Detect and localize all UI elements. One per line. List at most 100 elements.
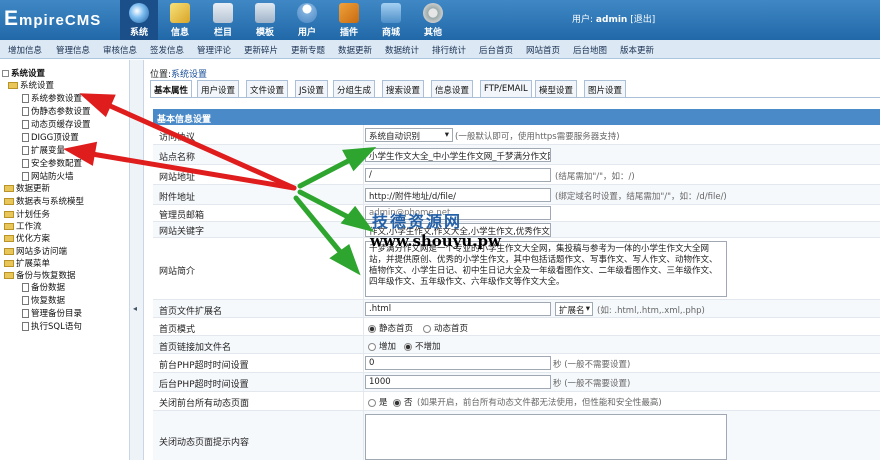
- attach-url-input[interactable]: http://附件地址/d/file/: [365, 188, 551, 202]
- tree-folder[interactable]: 优化方案: [4, 232, 50, 244]
- watermark-title: 技德资源网: [372, 212, 463, 231]
- toolbar-column[interactable]: 栏目: [204, 0, 242, 40]
- toolbar-other[interactable]: 其他: [414, 0, 452, 40]
- back-timeout-input[interactable]: 1000: [365, 375, 551, 389]
- column-divider: [363, 165, 364, 184]
- tab-basic[interactable]: 基本属性: [150, 80, 193, 97]
- site-name-input[interactable]: 小学生作文大全_中小学生作文网_千梦满分作文网: [365, 148, 551, 162]
- radio-static-index[interactable]: 静态首页: [368, 322, 413, 334]
- field-label: 关闭前台所有动态页面: [159, 399, 250, 409]
- menu-item[interactable]: 后台首页: [479, 44, 513, 56]
- front-timeout-input[interactable]: 0: [365, 356, 551, 370]
- tab-model[interactable]: 模型设置: [535, 80, 578, 97]
- tree-folder[interactable]: 数据更新: [4, 182, 50, 194]
- menu-item[interactable]: 数据更新: [338, 44, 372, 56]
- ext-select[interactable]: 扩展名 ▾: [555, 302, 593, 316]
- tree-item[interactable]: 恢复数据: [22, 294, 65, 306]
- tab-js[interactable]: JS设置: [295, 80, 328, 97]
- tree-root[interactable]: 系统设置: [2, 67, 45, 79]
- radio-add-filename[interactable]: 增加: [368, 340, 396, 352]
- tab-ftp-email[interactable]: FTP/EMAIL: [480, 80, 532, 97]
- shop-icon: [381, 3, 401, 23]
- menu-item[interactable]: 签发信息: [150, 44, 184, 56]
- form-row-protocol: 访问协议 系统自动识别 ▾ (一般默认即可，使用https需要服务器支持): [153, 125, 880, 145]
- index-ext-input[interactable]: .html: [365, 302, 551, 316]
- breadcrumb-link[interactable]: 系统设置: [171, 70, 207, 80]
- collapse-icon[interactable]: [2, 70, 9, 77]
- field-hint: (一般默认即可，使用https需要服务器支持): [455, 132, 620, 142]
- menu-item[interactable]: 排行统计: [432, 44, 466, 56]
- toolbar-plugin[interactable]: 插件: [330, 0, 368, 40]
- sidebar-splitter[interactable]: ◂: [130, 60, 144, 460]
- tab-info[interactable]: 信息设置: [431, 80, 474, 97]
- template-icon: [255, 3, 275, 23]
- folder-icon: [4, 211, 14, 218]
- tree-folder[interactable]: 备份与恢复数据: [4, 269, 76, 281]
- collapse-arrow-icon[interactable]: ◂: [133, 304, 137, 313]
- tab-image[interactable]: 图片设置: [584, 80, 627, 97]
- menu-item[interactable]: 管理信息: [56, 44, 90, 56]
- tab-group[interactable]: 分组生成: [333, 80, 376, 97]
- tree-folder[interactable]: 系统设置: [8, 79, 54, 91]
- radio-checked-icon: [368, 324, 376, 333]
- tab-file[interactable]: 文件设置: [246, 80, 289, 97]
- tree-item[interactable]: 备份数据: [22, 281, 65, 293]
- tree-item[interactable]: 系统参数设置: [22, 92, 82, 104]
- tree-item[interactable]: 执行SQL语句: [22, 320, 82, 332]
- username: admin: [595, 15, 628, 25]
- menu-item[interactable]: 数据统计: [385, 44, 419, 56]
- menu-item[interactable]: 更新碎片: [244, 44, 278, 56]
- tree-folder[interactable]: 网站多访问端: [4, 245, 67, 257]
- radio-close-yes[interactable]: 是: [368, 396, 388, 408]
- tree-item[interactable]: 管理备份目录: [22, 307, 82, 319]
- column-divider: [363, 300, 364, 317]
- tree-folder[interactable]: 计划任务: [4, 208, 50, 220]
- toolbar-system[interactable]: 系统: [120, 0, 158, 40]
- radio-no-filename[interactable]: 不增加: [404, 340, 441, 352]
- close-tip-textarea[interactable]: [365, 414, 727, 460]
- form-row-index-ext: 首页文件扩展名 .html 扩展名 ▾ (如: .html,.htm,.xml,.…: [153, 300, 880, 318]
- column-divider: [363, 238, 364, 299]
- tab-search[interactable]: 搜索设置: [382, 80, 425, 97]
- tree-item[interactable]: 网站防火墙: [22, 170, 74, 182]
- menu-item[interactable]: 后台地图: [573, 44, 607, 56]
- toolbar-template[interactable]: 模板: [246, 0, 284, 40]
- breadcrumb: 位置:系统设置: [150, 70, 208, 80]
- field-label: 首页文件扩展名: [159, 307, 223, 317]
- page-icon: [22, 133, 29, 142]
- toolbar-shop[interactable]: 商城: [372, 0, 410, 40]
- tree-folder[interactable]: 工作流: [4, 220, 42, 232]
- toolbar-user[interactable]: 用户: [288, 0, 326, 40]
- menu-item[interactable]: 网站首页: [526, 44, 560, 56]
- page-icon: [22, 322, 29, 331]
- folder-icon: [213, 3, 233, 23]
- radio-close-no[interactable]: 否: [393, 396, 413, 408]
- menu-item[interactable]: 版本更新: [620, 44, 654, 56]
- column-divider: [363, 222, 364, 237]
- site-url-input[interactable]: /: [365, 168, 551, 182]
- menu-item[interactable]: 管理评论: [197, 44, 231, 56]
- tree-item[interactable]: 伪静态参数设置: [22, 105, 91, 117]
- tree-item[interactable]: 扩展变量: [22, 144, 65, 156]
- tree-item[interactable]: 安全参数配置: [22, 157, 82, 169]
- dropdown-icon: ▾: [444, 130, 449, 140]
- menu-item[interactable]: 更新专题: [291, 44, 325, 56]
- tree-folder[interactable]: 扩展菜单: [4, 257, 50, 269]
- toolbar-info[interactable]: 信息: [161, 0, 199, 40]
- radio-icon: [368, 398, 376, 407]
- section-title: 基本信息设置: [153, 109, 880, 125]
- protocol-select[interactable]: 系统自动识别 ▾: [365, 128, 453, 142]
- menu-item[interactable]: 审核信息: [103, 44, 137, 56]
- tab-user[interactable]: 用户设置: [197, 80, 240, 97]
- field-hint: (如: .html,.htm,.xml,.php): [597, 306, 705, 316]
- logout-link[interactable]: [退出]: [630, 15, 655, 25]
- menu-item[interactable]: 增加信息: [8, 44, 42, 56]
- field-hint: (如果开启，前台所有动态文件都无法使用，但性能和安全性最高): [417, 398, 662, 408]
- pencil-icon: [170, 3, 190, 23]
- radio-dynamic-index[interactable]: 动态首页: [423, 322, 468, 334]
- tree-item[interactable]: DIGG顶设置: [22, 131, 79, 143]
- tree-item[interactable]: 动态页缓存设置: [22, 118, 91, 130]
- column-divider: [363, 185, 364, 204]
- tree-folder[interactable]: 数据表与系统模型: [4, 195, 84, 207]
- plugin-icon: [339, 3, 359, 23]
